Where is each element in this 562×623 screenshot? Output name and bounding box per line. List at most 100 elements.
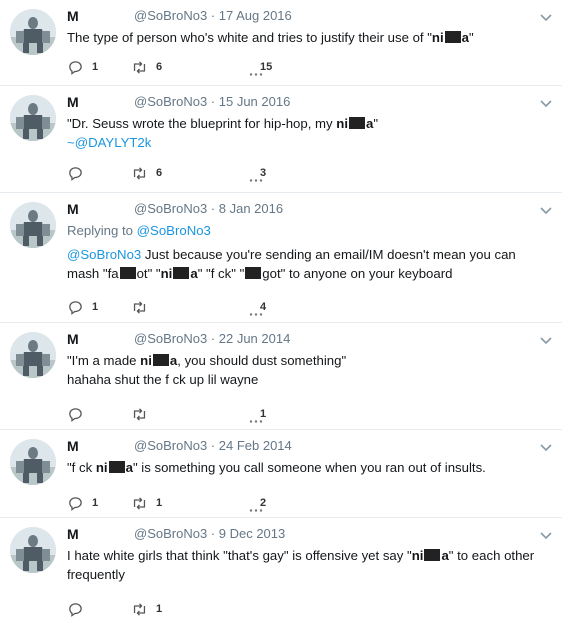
- like-count: 2: [260, 497, 267, 509]
- chevron-down-icon[interactable]: [538, 95, 554, 111]
- retweet-icon: [131, 299, 148, 316]
- tweet-card[interactable]: M @SoBroNo3 · 15 Jun 2016 "Dr. Seuss wro…: [0, 86, 562, 193]
- avatar[interactable]: [10, 202, 56, 248]
- mention-link[interactable]: ~@DAYLYT2k: [67, 135, 151, 150]
- more-dots-icon: [249, 420, 263, 423]
- handle-date: @SoBroNo3 · 24 Feb 2014: [134, 438, 292, 453]
- reply-button[interactable]: [67, 164, 92, 182]
- display-name[interactable]: M: [67, 94, 79, 110]
- retweet-icon: [131, 495, 148, 512]
- avatar-image: [10, 95, 56, 141]
- reply-button[interactable]: 1: [67, 58, 98, 76]
- more-dots-icon: [249, 509, 263, 512]
- handle[interactable]: @SoBroNo3: [134, 8, 207, 23]
- tweet-date[interactable]: 17 Aug 2016: [219, 8, 292, 23]
- retweet-button[interactable]: 1: [131, 600, 162, 618]
- chevron-down-icon[interactable]: [538, 202, 554, 218]
- tweet-date[interactable]: 22 Jun 2014: [219, 331, 291, 346]
- reply-icon: [67, 406, 84, 423]
- retweet-count: 6: [156, 167, 163, 179]
- tweet-card[interactable]: M @SoBroNo3 · 9 Dec 2013 I hate white gi…: [0, 518, 562, 623]
- reply-icon: [67, 299, 84, 316]
- tweet-text: The type of person who's white and tries…: [67, 30, 474, 45]
- retweet-icon: [131, 406, 148, 423]
- censor-block: [245, 267, 262, 279]
- tweet-text: I hate white girls that think "that's ga…: [67, 548, 535, 582]
- tweet-text: "Dr. Seuss wrote the blueprint for hip-h…: [67, 116, 379, 150]
- reply-button[interactable]: [67, 405, 92, 423]
- tweet-date[interactable]: 24 Feb 2014: [219, 438, 292, 453]
- handle[interactable]: @SoBroNo3: [134, 331, 207, 346]
- reply-button[interactable]: 1: [67, 494, 98, 512]
- reply-button[interactable]: 1: [67, 298, 98, 316]
- retweet-icon: [131, 601, 148, 618]
- reply-count: 1: [92, 61, 99, 73]
- chevron-down-icon[interactable]: [538, 527, 554, 543]
- avatar[interactable]: [10, 9, 56, 55]
- display-name[interactable]: M: [67, 331, 79, 347]
- tweet-card[interactable]: M @SoBroNo3 · 22 Jun 2014 "I'm a made ni…: [0, 323, 562, 430]
- avatar[interactable]: [10, 95, 56, 141]
- avatar[interactable]: [10, 527, 56, 573]
- retweet-icon: [131, 165, 148, 182]
- tweet-card[interactable]: M @SoBroNo3 · 24 Feb 2014 "f ck ni a" is …: [0, 430, 562, 518]
- chevron-down-icon[interactable]: [538, 9, 554, 25]
- tweet-card[interactable]: M @SoBroNo3 · 17 Aug 2016 The type of pe…: [0, 0, 562, 86]
- display-name[interactable]: M: [67, 526, 79, 542]
- retweet-count: 1: [156, 603, 163, 615]
- censor-block: [119, 267, 136, 279]
- display-name[interactable]: M: [67, 438, 79, 454]
- display-name[interactable]: M: [67, 8, 79, 24]
- mention-link[interactable]: @SoBroNo3: [67, 247, 141, 262]
- avatar-image: [10, 9, 56, 55]
- retweet-button[interactable]: [131, 298, 156, 316]
- handle[interactable]: @SoBroNo3: [134, 438, 207, 453]
- like-count: 15: [260, 61, 273, 73]
- like-count: 1: [260, 408, 267, 420]
- tweet-card[interactable]: M @SoBroNo3 · 8 Jan 2016 Replying to @So…: [0, 193, 562, 323]
- retweet-button[interactable]: 6: [131, 58, 162, 76]
- retweet-count: 1: [156, 497, 163, 509]
- tweet-text: "I'm a made ni a, you should dust somethi…: [67, 353, 347, 387]
- tweet-date[interactable]: 9 Dec 2013: [219, 526, 286, 541]
- reply-icon: [67, 495, 84, 512]
- reply-icon: [67, 601, 84, 618]
- like-count: 3: [260, 167, 267, 179]
- handle-date: @SoBroNo3 · 15 Jun 2016: [134, 94, 291, 109]
- handle-date: @SoBroNo3 · 9 Dec 2013: [134, 526, 286, 541]
- retweet-button[interactable]: 1: [131, 494, 162, 512]
- tweet-feed: M @SoBroNo3 · 17 Aug 2016 The type of pe…: [0, 0, 562, 623]
- display-name[interactable]: M: [67, 201, 79, 217]
- more-dots-icon: [249, 313, 263, 316]
- censor-block: [152, 354, 169, 366]
- retweet-button[interactable]: [131, 405, 156, 423]
- reply-icon: [67, 165, 84, 182]
- avatar[interactable]: [10, 332, 56, 378]
- chevron-down-icon[interactable]: [538, 332, 554, 348]
- reply-button[interactable]: [67, 600, 92, 618]
- avatar-image: [10, 527, 56, 573]
- replying-to-link[interactable]: @SoBroNo3: [137, 223, 211, 238]
- tweet-date[interactable]: 8 Jan 2016: [219, 201, 283, 216]
- more-dots-icon: [249, 73, 263, 76]
- more-dots-icon: [249, 179, 263, 182]
- censor-block: [108, 461, 125, 473]
- handle[interactable]: @SoBroNo3: [134, 526, 207, 541]
- avatar-image: [10, 439, 56, 485]
- avatar[interactable]: [10, 439, 56, 485]
- chevron-down-icon[interactable]: [538, 439, 554, 455]
- tweet-text: "f ck ni a" is something you call someone…: [67, 460, 486, 475]
- avatar-image: [10, 202, 56, 248]
- replying-to: Replying to @SoBroNo3: [67, 223, 211, 238]
- censor-block: [173, 267, 190, 279]
- avatar-image: [10, 332, 56, 378]
- retweet-icon: [131, 59, 148, 76]
- like-count: 4: [260, 301, 267, 313]
- retweet-button[interactable]: 6: [131, 164, 162, 182]
- handle[interactable]: @SoBroNo3: [134, 201, 207, 216]
- censor-block: [444, 31, 461, 43]
- handle[interactable]: @SoBroNo3: [134, 94, 207, 109]
- censor-block: [424, 549, 441, 561]
- retweet-count: 6: [156, 61, 163, 73]
- tweet-date[interactable]: 15 Jun 2016: [219, 94, 291, 109]
